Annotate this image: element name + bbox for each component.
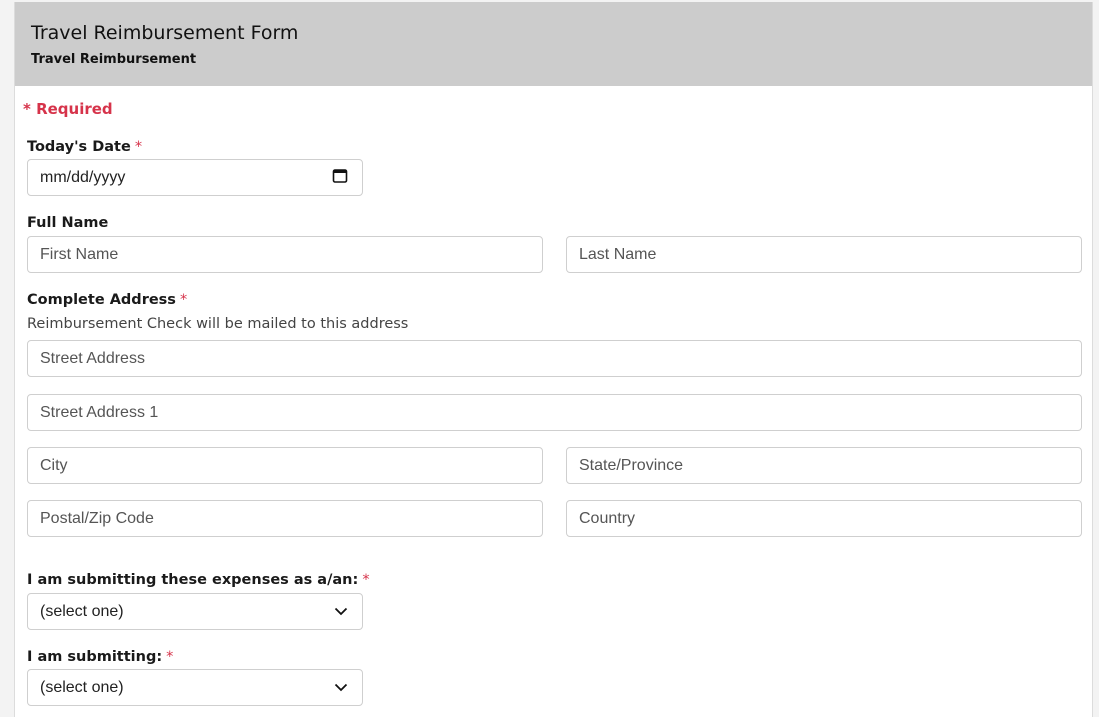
- date-label: Today's Date *: [27, 139, 142, 155]
- zip-placeholder: Postal/Zip Code: [40, 509, 154, 527]
- required-star: *: [362, 572, 370, 588]
- required-star: *: [134, 139, 143, 155]
- country-input[interactable]: Country: [566, 500, 1082, 537]
- zip-input[interactable]: Postal/Zip Code: [27, 500, 543, 537]
- submitting-label-text: I am submitting:: [27, 649, 163, 665]
- submitting-as-select[interactable]: (select one): [27, 593, 363, 630]
- form-subtitle: Travel Reimbursement: [31, 52, 197, 67]
- date-input[interactable]: mm/dd/yyyy: [27, 159, 363, 196]
- date-label-text: Today's Date: [27, 139, 131, 155]
- first-name-placeholder: First Name: [40, 245, 119, 263]
- state-placeholder: State/Province: [579, 456, 684, 474]
- submitting-as-label-text: I am submitting these expenses as a/an:: [27, 572, 359, 588]
- full-name-label: Full Name: [27, 215, 109, 231]
- submitting-label: I am submitting: *: [27, 649, 173, 665]
- form-card: Travel Reimbursement Form Travel Reimbur…: [14, 2, 1093, 717]
- submitting-as-label: I am submitting these expenses as a/an: *: [27, 572, 370, 588]
- city-placeholder: City: [40, 456, 68, 474]
- street-address-1-placeholder: Street Address 1: [40, 403, 159, 421]
- first-name-input[interactable]: First Name: [27, 236, 543, 273]
- form-header: Travel Reimbursement Form Travel Reimbur…: [15, 2, 1092, 86]
- address-label: Complete Address *: [27, 292, 187, 308]
- submitting-selected: (select one): [40, 678, 124, 696]
- submitting-select[interactable]: (select one): [27, 669, 363, 706]
- submitting-as-selected: (select one): [40, 602, 124, 620]
- state-input[interactable]: State/Province: [566, 447, 1082, 484]
- required-star: *: [179, 292, 188, 308]
- country-placeholder: Country: [579, 509, 636, 527]
- chevron-down-icon: [334, 679, 348, 697]
- date-placeholder: mm/dd/yyyy: [40, 168, 126, 186]
- last-name-input[interactable]: Last Name: [566, 236, 1082, 273]
- street-address-1-input[interactable]: Street Address 1: [27, 394, 1082, 431]
- address-help-text: Reimbursement Check will be mailed to th…: [27, 316, 409, 332]
- required-star: *: [166, 649, 174, 665]
- last-name-placeholder: Last Name: [579, 245, 657, 263]
- city-input[interactable]: City: [27, 447, 543, 484]
- street-address-placeholder: Street Address: [40, 349, 145, 367]
- street-address-input[interactable]: Street Address: [27, 340, 1082, 377]
- calendar-icon[interactable]: [332, 167, 348, 188]
- address-label-text: Complete Address: [27, 292, 176, 308]
- required-note: * Required: [23, 100, 113, 118]
- chevron-down-icon: [334, 603, 348, 621]
- form-title: Travel Reimbursement Form: [31, 22, 299, 44]
